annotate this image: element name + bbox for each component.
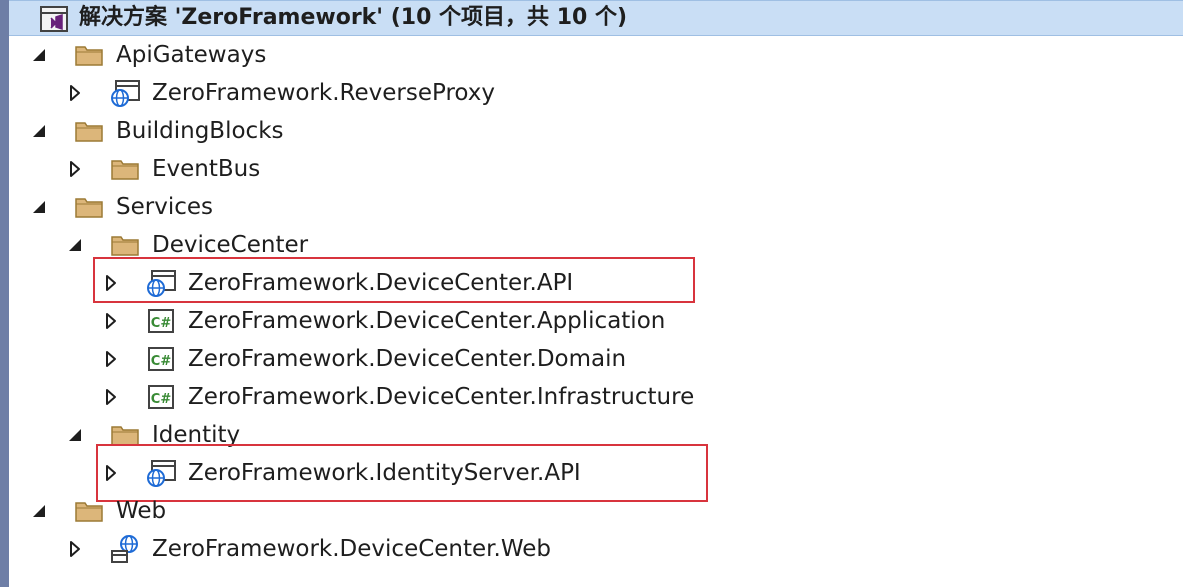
folder-icon	[109, 230, 141, 260]
collapsed-arrow-icon[interactable]	[101, 387, 121, 407]
collapsed-arrow-icon[interactable]	[65, 83, 85, 103]
visual-studio-solution-icon	[40, 6, 68, 36]
expanded-arrow-icon[interactable]	[65, 235, 85, 255]
tree-item-label: ZeroFramework.ReverseProxy	[152, 80, 496, 106]
expanded-arrow-icon[interactable]	[29, 197, 49, 217]
expanded-arrow-icon[interactable]	[29, 501, 49, 521]
folder-icon	[73, 116, 105, 146]
csharp-project-icon: C#	[145, 344, 177, 374]
tree-item-zeroframework-devicecenter-domain[interactable]: C# ZeroFramework.DeviceCenter.Domain	[9, 340, 1183, 378]
tree-item-zeroframework-devicecenter-web[interactable]: ZeroFramework.DeviceCenter.Web	[9, 530, 1183, 568]
tree-item-zeroframework-devicecenter-infrastructure[interactable]: C# ZeroFramework.DeviceCenter.Infrastruct…	[9, 378, 1183, 416]
tree-item-zeroframework-reverseproxy[interactable]: ZeroFramework.ReverseProxy	[9, 74, 1183, 112]
tree-item-buildingblocks[interactable]: BuildingBlocks	[9, 112, 1183, 150]
left-edge-strip	[0, 0, 9, 587]
collapsed-arrow-icon[interactable]	[65, 159, 85, 179]
collapsed-arrow-icon[interactable]	[101, 349, 121, 369]
web-site-project-icon	[109, 534, 141, 564]
tree-item-web[interactable]: Web	[9, 492, 1183, 530]
solution-title: 解决方案 'ZeroFramework' (10 个项目，共 10 个)	[79, 5, 628, 30]
tree-item-label: EventBus	[152, 156, 261, 182]
expanded-arrow-icon[interactable]	[29, 121, 49, 141]
solution-header[interactable]: 解决方案 'ZeroFramework' (10 个项目，共 10 个)	[9, 0, 1183, 36]
tree-item-label: ZeroFramework.DeviceCenter.Infrastructur…	[188, 384, 695, 410]
svg-text:C#: C#	[151, 392, 172, 407]
tree-item-label: Services	[116, 194, 213, 220]
tree-item-label: ApiGateways	[116, 42, 267, 68]
collapsed-arrow-icon[interactable]	[65, 539, 85, 559]
tree-item-eventbus[interactable]: EventBus	[9, 150, 1183, 188]
svg-text:C#: C#	[151, 316, 172, 331]
expanded-arrow-icon[interactable]	[29, 45, 49, 65]
folder-icon	[109, 154, 141, 184]
svg-text:C#: C#	[151, 354, 172, 369]
web-project-icon	[109, 78, 141, 108]
tree-item-services[interactable]: Services	[9, 188, 1183, 226]
tree-item-label: ZeroFramework.DeviceCenter.Web	[152, 536, 551, 562]
expanded-arrow-icon[interactable]	[65, 425, 85, 445]
highlight-box	[93, 257, 695, 303]
collapsed-arrow-icon[interactable]	[101, 311, 121, 331]
folder-icon	[73, 192, 105, 222]
folder-icon	[73, 40, 105, 70]
tree-item-label: Web	[116, 498, 167, 524]
tree-item-label: BuildingBlocks	[116, 118, 284, 144]
tree-item-label: ZeroFramework.DeviceCenter.Application	[188, 308, 666, 334]
csharp-project-icon: C#	[145, 382, 177, 412]
tree-item-zeroframework-devicecenter-application[interactable]: C# ZeroFramework.DeviceCenter.Application	[9, 302, 1183, 340]
folder-icon	[73, 496, 105, 526]
tree-item-label: ZeroFramework.DeviceCenter.Domain	[188, 346, 627, 372]
csharp-project-icon: C#	[145, 306, 177, 336]
tree-item-apigateways[interactable]: ApiGateways	[9, 36, 1183, 74]
